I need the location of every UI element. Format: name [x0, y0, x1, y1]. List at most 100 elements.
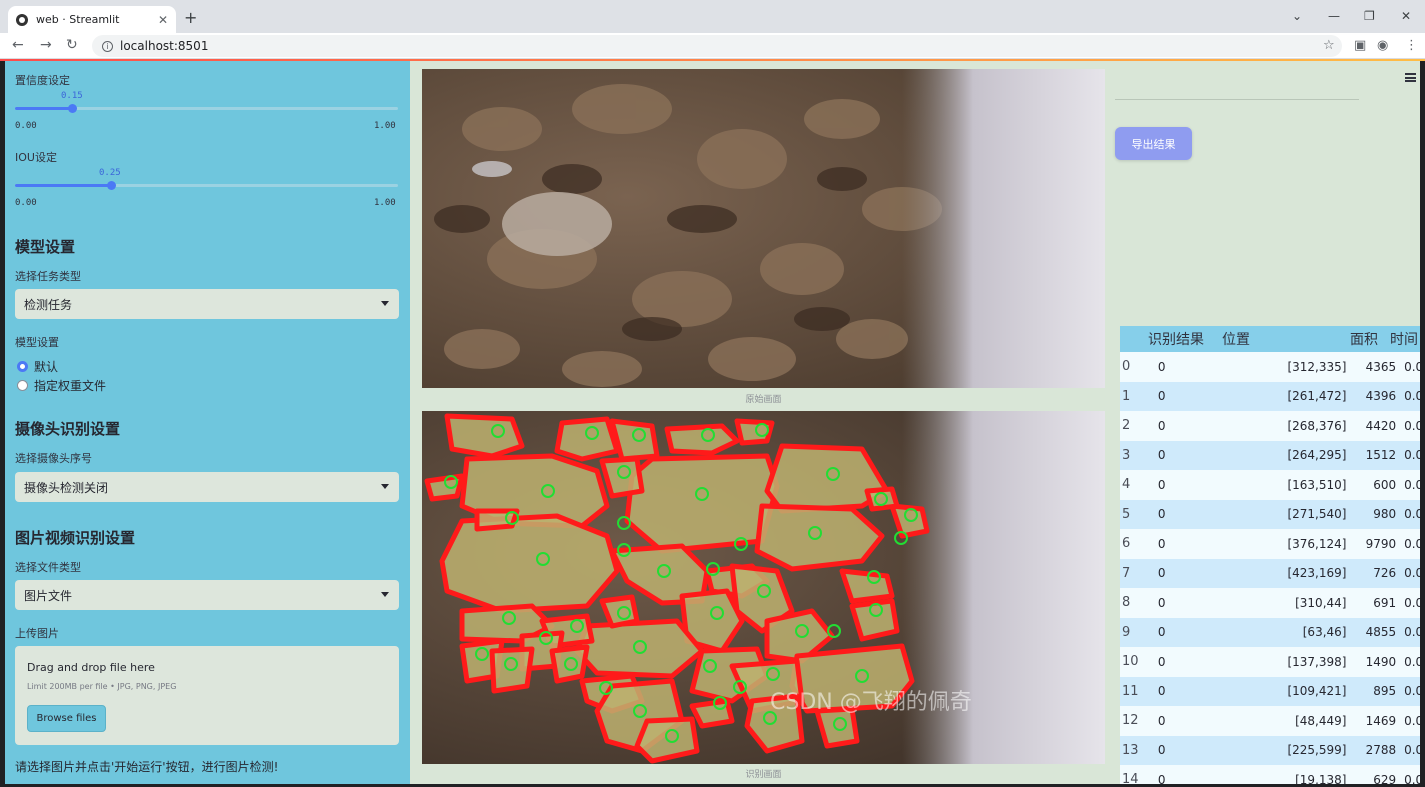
table-row[interactable]: 13 0 [225,599] 2788 0.03 — [1120, 735, 1420, 765]
menu-kebab-icon[interactable]: ⋮ — [1405, 38, 1418, 53]
table-row[interactable]: 11 0 [109,421] 895 0.01 — [1120, 676, 1420, 706]
cell-index: 2 — [1122, 418, 1131, 434]
confidence-slider-thumb[interactable] — [68, 104, 78, 113]
cell-result: 0 — [1157, 477, 1166, 492]
cell-index: 6 — [1122, 536, 1131, 552]
table-row[interactable]: 5 0 [271,540] 980 0.02 — [1120, 499, 1420, 529]
model-heading: 模型设置 — [15, 238, 76, 256]
iou-value: 0.25 — [99, 168, 121, 178]
table-row[interactable]: 4 0 [163,510] 600 0.03 — [1120, 470, 1420, 500]
browser-tab[interactable]: web · Streamlit ✕ — [8, 6, 176, 33]
confidence-min: 0.00 — [15, 121, 37, 131]
table-row[interactable]: 7 0 [423,169] 726 0.02 — [1120, 558, 1420, 588]
restore-icon[interactable]: ❐ — [1364, 9, 1375, 23]
confidence-slider-fill — [15, 107, 73, 110]
cell-index: 5 — [1122, 506, 1131, 522]
cell-result: 0 — [1157, 359, 1166, 374]
hamburger-menu-icon[interactable] — [1405, 73, 1416, 82]
cell-area: 2788 — [1365, 743, 1397, 758]
original-caption: 原始画面 — [745, 395, 782, 405]
camera-index-select[interactable]: 摄像头检测关闭 — [15, 472, 399, 502]
file-type-select[interactable]: 图片文件 — [15, 580, 399, 610]
cell-time: 0.02 — [1404, 566, 1420, 581]
reload-icon[interactable]: ↻ — [66, 37, 78, 53]
iou-slider[interactable] — [15, 181, 398, 190]
cell-area: 4420 — [1365, 418, 1397, 433]
cell-index: 14 — [1122, 772, 1139, 784]
forward-icon[interactable]: → — [40, 37, 52, 53]
task-type-value: 检测任务 — [24, 297, 73, 312]
confidence-slider[interactable] — [15, 104, 398, 113]
table-row[interactable]: 0 0 [312,335] 4365 0.01 — [1120, 352, 1420, 382]
back-icon[interactable]: ← — [12, 37, 24, 53]
cell-position: [312,335] — [1287, 359, 1347, 374]
confidence-label: 置信度设定 — [15, 74, 70, 87]
cell-time: 0.01 — [1404, 359, 1420, 374]
minimize-icon[interactable]: — — [1328, 9, 1340, 23]
cell-area: 1512 — [1365, 448, 1397, 463]
cell-index: 9 — [1122, 624, 1131, 640]
table-row[interactable]: 2 0 [268,376] 4420 0.03 — [1120, 411, 1420, 441]
cell-result: 0 — [1157, 536, 1166, 551]
cell-result: 0 — [1157, 713, 1166, 728]
table-row[interactable]: 12 0 [48,449] 1469 0.03 — [1120, 706, 1420, 736]
results-table[interactable]: 识别结果 位置 面积 时间 00[312,335]43650.0110[261,… — [1120, 326, 1420, 784]
cell-area: 1469 — [1365, 713, 1397, 728]
profile-avatar-icon[interactable]: ◉ — [1377, 38, 1388, 53]
watermark: CSDN @飞翔的佩奇 — [770, 690, 972, 715]
browser-toolbar: ← → ↻ i localhost:8501 ☆ ▣ ◉ ⋮ — [0, 33, 1425, 59]
iou-max: 1.00 — [374, 198, 396, 208]
task-type-select[interactable]: 检测任务 — [15, 289, 399, 319]
table-row[interactable]: 10 0 [137,398] 1490 0.05 — [1120, 647, 1420, 677]
close-window-icon[interactable]: ✕ — [1401, 9, 1411, 23]
table-row[interactable]: 1 0 [261,472] 4396 0.03 — [1120, 381, 1420, 411]
cell-time: 0.01 — [1404, 684, 1420, 699]
tab-search-icon[interactable]: ⌄ — [1292, 9, 1302, 23]
cell-result: 0 — [1157, 418, 1166, 433]
table-row[interactable]: 14 0 [19,138] 629 0.05 — [1120, 765, 1420, 784]
browse-files-button[interactable]: Browse files — [27, 705, 106, 732]
table-row[interactable]: 3 0 [264,295] 1512 0.01 — [1120, 440, 1420, 470]
cell-index: 8 — [1122, 595, 1131, 611]
side-panel-icon[interactable]: ▣ — [1354, 38, 1366, 53]
bookmark-star-icon[interactable]: ☆ — [1323, 38, 1335, 53]
export-results-button[interactable]: 导出结果 — [1115, 127, 1192, 160]
camera-index-label: 选择摄像头序号 — [15, 452, 92, 465]
cell-position: [271,540] — [1287, 507, 1347, 522]
close-tab-icon[interactable]: ✕ — [158, 13, 168, 27]
address-bar[interactable]: i localhost:8501 — [92, 35, 1342, 57]
cell-area: 629 — [1373, 772, 1397, 784]
cell-position: [261,472] — [1287, 389, 1347, 404]
chevron-down-icon — [381, 301, 389, 306]
cell-position: [423,169] — [1287, 566, 1347, 581]
url-text: localhost:8501 — [120, 39, 209, 53]
cell-index: 3 — [1122, 447, 1131, 463]
cell-time: 0.04 — [1404, 595, 1420, 610]
cell-area: 895 — [1373, 684, 1397, 699]
radio-checked-icon — [17, 361, 28, 372]
cell-time: 0.03 — [1404, 389, 1420, 404]
table-row[interactable]: 8 0 [310,44] 691 0.04 — [1120, 588, 1420, 618]
cell-area: 1490 — [1365, 654, 1397, 669]
cell-position: [268,376] — [1287, 418, 1347, 433]
table-row[interactable]: 6 0 [376,124] 9790 0.03 — [1120, 529, 1420, 559]
radio-custom-weights-label: 指定权重文件 — [34, 379, 107, 393]
cell-index: 11 — [1122, 683, 1139, 699]
file-uploader-dropzone[interactable]: Drag and drop file here Limit 200MB per … — [15, 646, 399, 745]
radio-custom-weights[interactable]: 指定权重文件 — [17, 377, 106, 394]
cell-time: 0.01 — [1404, 448, 1420, 463]
divider — [1115, 99, 1359, 100]
cell-result: 0 — [1157, 507, 1166, 522]
site-info-icon[interactable]: i — [102, 40, 113, 52]
confidence-value: 0.15 — [61, 91, 83, 101]
radio-default[interactable]: 默认 — [17, 358, 58, 375]
upload-label: 上传图片 — [15, 627, 59, 640]
table-row[interactable]: 9 0 [63,46] 4855 0.03 — [1120, 617, 1420, 647]
header-position: 位置 — [1222, 332, 1250, 348]
new-tab-icon[interactable]: + — [184, 8, 197, 27]
chevron-down-icon — [381, 484, 389, 489]
cell-area: 4855 — [1365, 625, 1397, 640]
browser-tabstrip: web · Streamlit ✕ + ⌄ — ❐ ✕ — [0, 0, 1425, 33]
file-type-value: 图片文件 — [24, 588, 73, 603]
iou-slider-thumb[interactable] — [106, 181, 116, 190]
